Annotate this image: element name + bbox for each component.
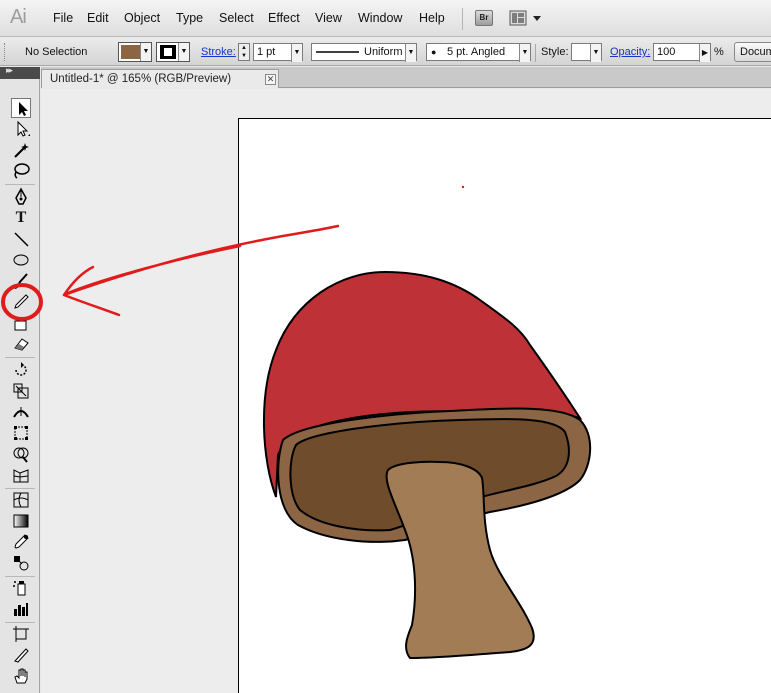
annotation-overlay [1, 224, 340, 321]
illustrator-window: Ai File Edit Object Type Select Effect V… [0, 0, 771, 693]
annotation-arrow [62, 224, 340, 317]
annotation-circle [1, 283, 43, 321]
